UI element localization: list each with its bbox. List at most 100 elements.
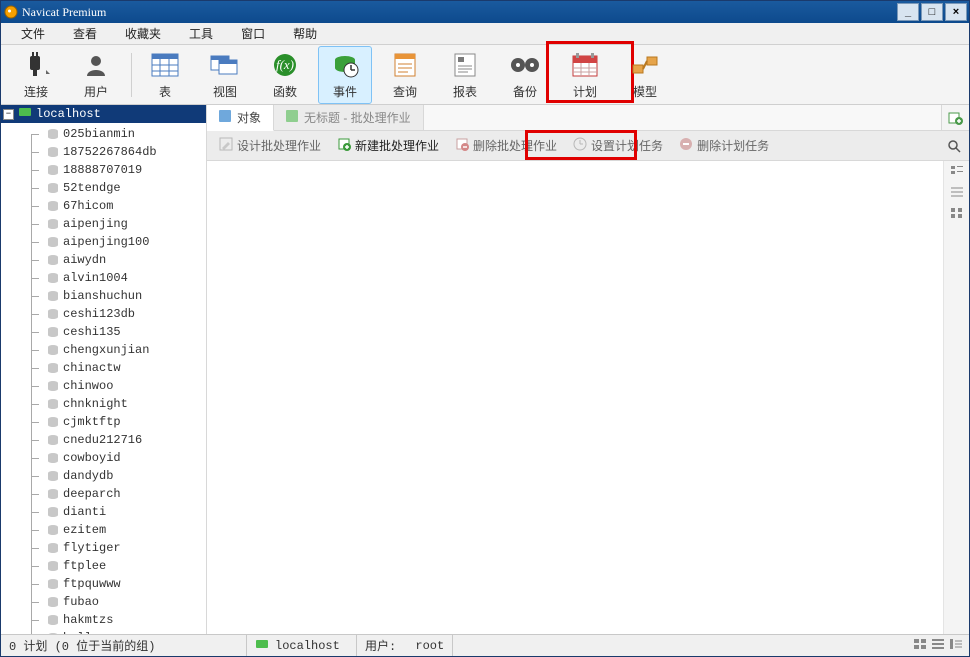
menu-window[interactable]: 窗口 bbox=[227, 23, 279, 44]
tree-item[interactable]: chengxunjian bbox=[1, 341, 206, 359]
minimize-button[interactable]: _ bbox=[897, 3, 919, 21]
view-detail-icon[interactable] bbox=[949, 638, 963, 653]
database-icon bbox=[47, 596, 59, 608]
close-button[interactable]: × bbox=[945, 3, 967, 21]
backup-icon bbox=[509, 50, 541, 80]
tree-item[interactable]: flytiger bbox=[1, 539, 206, 557]
menu-tools[interactable]: 工具 bbox=[175, 23, 227, 44]
tree-item[interactable]: aiwydn bbox=[1, 251, 206, 269]
db-name: aipenjing bbox=[63, 217, 128, 231]
tree-item[interactable]: 025bianmin bbox=[1, 125, 206, 143]
menu-favorites[interactable]: 收藏夹 bbox=[111, 23, 175, 44]
tree-root-localhost[interactable]: − localhost bbox=[1, 105, 206, 123]
app-icon bbox=[4, 5, 18, 19]
db-name: helloc bbox=[63, 631, 106, 634]
tree-item[interactable]: ceshi123db bbox=[1, 305, 206, 323]
view-list-icon[interactable] bbox=[931, 638, 945, 653]
search-button[interactable] bbox=[943, 135, 965, 157]
tree-item[interactable]: cowboyid bbox=[1, 449, 206, 467]
tree-item[interactable]: fubao bbox=[1, 593, 206, 611]
collapse-icon[interactable]: − bbox=[3, 109, 14, 120]
tree-item[interactable]: aipenjing100 bbox=[1, 233, 206, 251]
action-design-batch[interactable]: 设计批处理作业 bbox=[213, 135, 327, 156]
report-icon bbox=[449, 50, 481, 80]
tree-item[interactable]: ezitem bbox=[1, 521, 206, 539]
tree-item[interactable]: chinwoo bbox=[1, 377, 206, 395]
tree-item[interactable]: chnknight bbox=[1, 395, 206, 413]
plug-icon bbox=[20, 50, 52, 80]
toolbar-event[interactable]: 事件 bbox=[318, 46, 372, 104]
tree-item[interactable]: alvin1004 bbox=[1, 269, 206, 287]
tree-item[interactable]: deeparch bbox=[1, 485, 206, 503]
action-delete-schedule[interactable]: 删除计划任务 bbox=[673, 135, 775, 156]
toolbar-report[interactable]: 报表 bbox=[438, 46, 492, 104]
database-icon bbox=[47, 542, 59, 554]
toolbar-function[interactable]: f(x) 函数 bbox=[258, 46, 312, 104]
menu-help[interactable]: 帮助 bbox=[279, 23, 331, 44]
tree-item[interactable]: cnedu212716 bbox=[1, 431, 206, 449]
tree-item[interactable]: 67hicom bbox=[1, 197, 206, 215]
view-icons-icon[interactable] bbox=[913, 638, 927, 653]
database-icon bbox=[47, 200, 59, 212]
db-name: fubao bbox=[63, 595, 99, 609]
tree-item[interactable]: ftplee bbox=[1, 557, 206, 575]
new-tab-button[interactable] bbox=[941, 105, 969, 130]
tree-item[interactable]: dandydb bbox=[1, 467, 206, 485]
database-icon bbox=[47, 218, 59, 230]
toolbar-backup[interactable]: 备份 bbox=[498, 46, 552, 104]
view-details-button[interactable] bbox=[949, 185, 965, 202]
tree-item[interactable]: helloc bbox=[1, 629, 206, 634]
db-name: ftplee bbox=[63, 559, 106, 573]
tree-item[interactable]: chinactw bbox=[1, 359, 206, 377]
tree-item[interactable]: 18888707019 bbox=[1, 161, 206, 179]
tree-item[interactable]: hakmtzs bbox=[1, 611, 206, 629]
tree-item[interactable]: cjmktftp bbox=[1, 413, 206, 431]
delete-batch-icon bbox=[455, 137, 469, 154]
database-icon bbox=[47, 452, 59, 464]
action-new-batch[interactable]: 新建批处理作业 bbox=[331, 135, 445, 156]
toolbar-query[interactable]: 查询 bbox=[378, 46, 432, 104]
tree-item[interactable]: ceshi135 bbox=[1, 323, 206, 341]
tree-item[interactable]: dianti bbox=[1, 503, 206, 521]
action-delete-batch[interactable]: 删除批处理作业 bbox=[449, 135, 563, 156]
db-name: 18888707019 bbox=[63, 163, 142, 177]
view-list-button[interactable] bbox=[949, 164, 965, 181]
tree-item[interactable]: aipenjing bbox=[1, 215, 206, 233]
database-icon bbox=[47, 578, 59, 590]
view-icon bbox=[209, 50, 241, 80]
toolbar-user[interactable]: 用户 bbox=[69, 46, 123, 104]
menu-view[interactable]: 查看 bbox=[59, 23, 111, 44]
tab-untitled-batch[interactable]: 无标题 - 批处理作业 bbox=[274, 105, 424, 130]
toolbar-plan[interactable]: 计划 bbox=[558, 46, 612, 104]
status-view-icons bbox=[907, 638, 969, 653]
tree-item[interactable]: 18752267864db bbox=[1, 143, 206, 161]
db-name: 52tendge bbox=[63, 181, 121, 195]
database-icon bbox=[47, 146, 59, 158]
window-titlebar: Navicat Premium _ □ × bbox=[1, 1, 969, 23]
batch-icon bbox=[286, 110, 298, 125]
toolbar-view[interactable]: 视图 bbox=[198, 46, 252, 104]
calendar-icon bbox=[569, 50, 601, 80]
tree-item[interactable]: bianshuchun bbox=[1, 287, 206, 305]
database-icon bbox=[47, 326, 59, 338]
window-title: Navicat Premium bbox=[22, 5, 106, 20]
tree-item[interactable]: 52tendge bbox=[1, 179, 206, 197]
model-icon bbox=[629, 50, 661, 80]
tree-item[interactable]: ftpquwww bbox=[1, 575, 206, 593]
status-bar: 0 计划 (0 位于当前的组) localhost 用户: root bbox=[1, 634, 969, 656]
db-name: aipenjing100 bbox=[63, 235, 149, 249]
toolbar-model[interactable]: 模型 bbox=[618, 46, 672, 104]
action-set-schedule[interactable]: 设置计划任务 bbox=[567, 135, 669, 156]
tab-objects[interactable]: 对象 bbox=[207, 105, 274, 131]
toolbar-table[interactable]: 表 bbox=[138, 46, 192, 104]
db-name: ftpquwww bbox=[63, 577, 121, 591]
menu-file[interactable]: 文件 bbox=[7, 23, 59, 44]
database-icon bbox=[47, 434, 59, 446]
main-content-area bbox=[207, 161, 969, 634]
maximize-button[interactable]: □ bbox=[921, 3, 943, 21]
database-list[interactable]: 025bianmin18752267864db 18888707019 52tend… bbox=[1, 123, 206, 634]
content-tabs: 对象 无标题 - 批处理作业 bbox=[207, 105, 969, 131]
toolbar-connect[interactable]: 连接 bbox=[9, 46, 63, 104]
design-icon bbox=[219, 137, 233, 154]
view-grid-button[interactable] bbox=[949, 206, 965, 223]
